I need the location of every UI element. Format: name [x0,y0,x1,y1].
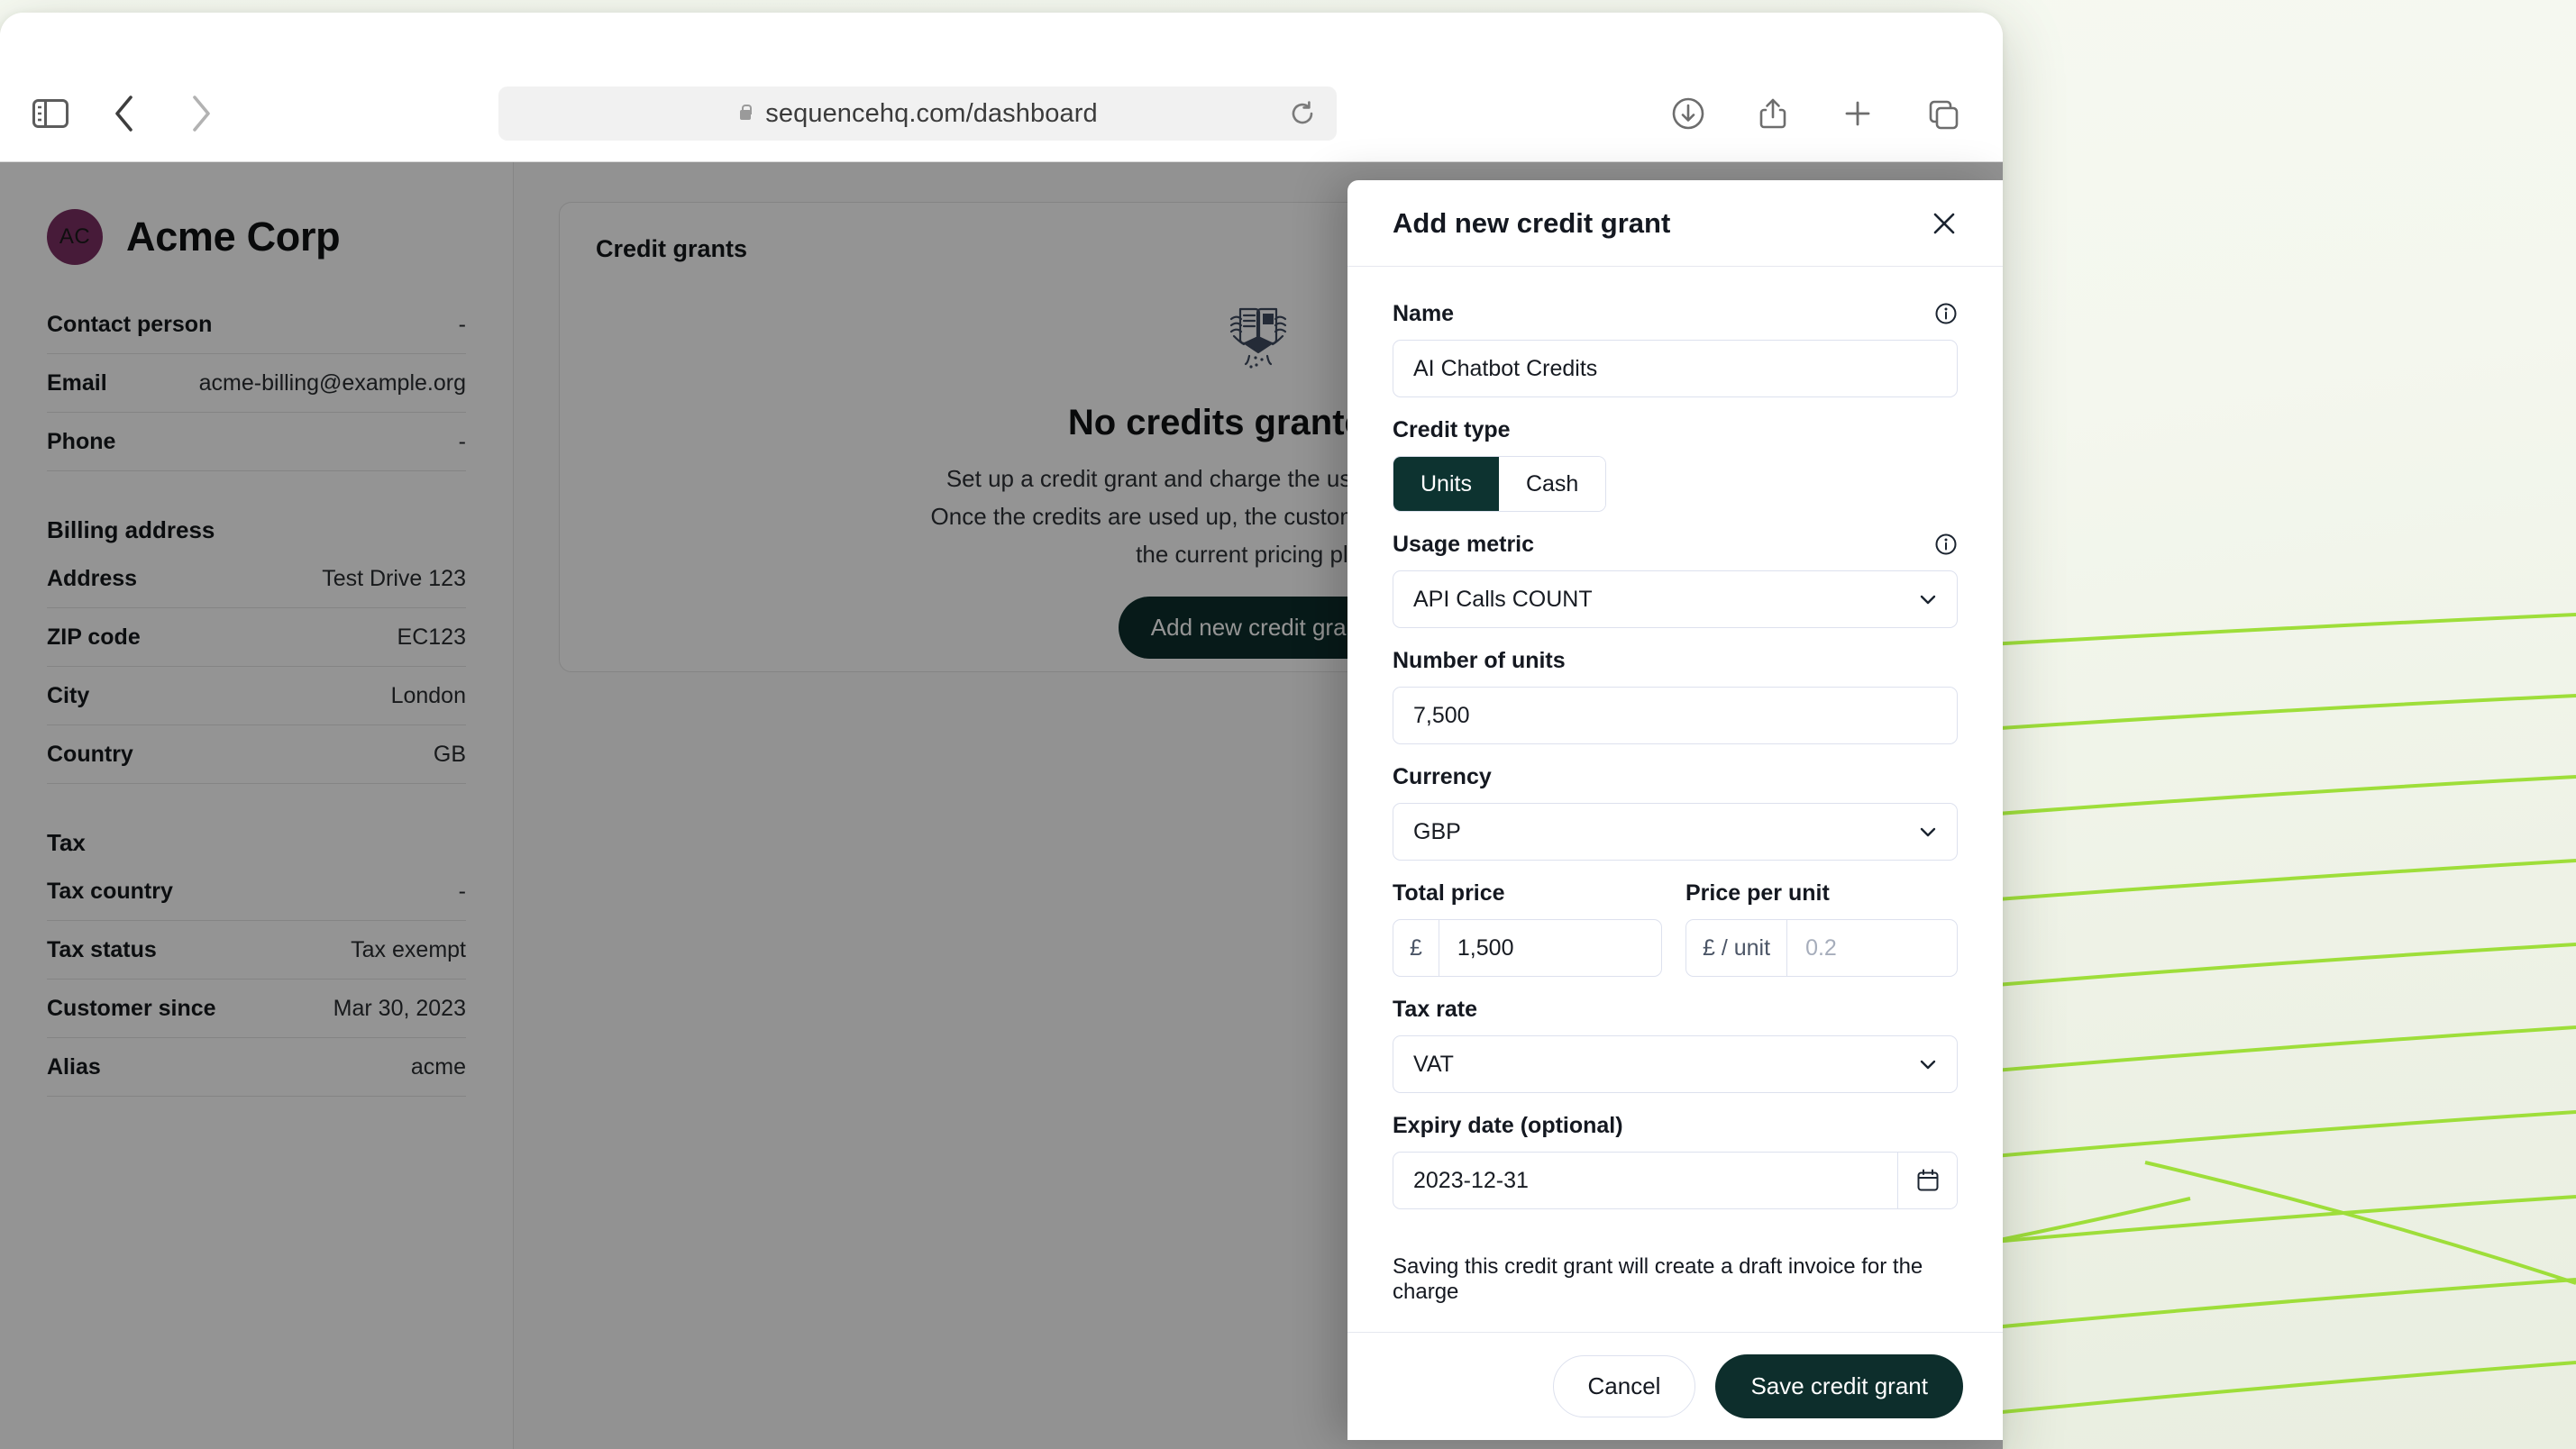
save-credit-grant-button[interactable]: Save credit grant [1715,1354,1963,1418]
tax-rate-select[interactable]: VAT [1393,1035,1958,1093]
credit-type-segmented-control: Units Cash [1393,456,1606,512]
field-label-tax-rate: Tax rate [1393,997,1477,1023]
chevron-left-icon[interactable] [99,88,150,139]
field-price-per-unit: Price per unit £ / unit 0.2 [1685,875,1958,977]
drawer-form: Name AI Chatbot Credits Credi [1347,267,2003,1231]
calendar-icon[interactable] [1897,1153,1957,1208]
field-name: Name AI Chatbot Credits [1393,296,1958,397]
total-price-input[interactable]: £ 1,500 [1393,919,1662,977]
name-input[interactable]: AI Chatbot Credits [1393,340,1958,397]
price-per-unit-suffix-label: £ / unit [1686,920,1787,976]
field-total-price: Total price £ 1,500 [1393,875,1662,977]
price-per-unit-input[interactable]: £ / unit 0.2 [1685,919,1958,977]
price-per-unit-placeholder: 0.2 [1787,920,1957,976]
lock-icon [737,105,753,123]
sidebar-toggle-icon[interactable] [25,88,76,139]
download-icon[interactable] [1667,93,1709,134]
usage-metric-select[interactable]: API Calls COUNT [1393,570,1958,628]
field-label-price-per-unit: Price per unit [1685,880,1830,907]
field-label-credit-type: Credit type [1393,417,1511,443]
chevron-down-icon [1917,588,1939,610]
credit-type-option-units[interactable]: Units [1393,457,1499,511]
total-price-value: 1,500 [1439,920,1661,976]
expiry-date-value: 2023-12-31 [1393,1153,1897,1208]
cancel-button[interactable]: Cancel [1553,1355,1696,1417]
browser-window: sequencehq.com/dashboard [0,13,2003,1449]
field-label-number-of-units: Number of units [1393,648,1566,674]
field-label-name: Name [1393,301,1454,327]
chevron-right-icon[interactable] [175,88,225,139]
address-bar-url: sequencehq.com/dashboard [765,99,1097,129]
address-bar[interactable]: sequencehq.com/dashboard [498,87,1337,141]
field-number-of-units: Number of units 7,500 [1393,642,1958,744]
currency-select[interactable]: GBP [1393,803,1958,861]
field-expiry-date: Expiry date (optional) 2023-12-31 [1393,1107,1958,1209]
share-icon[interactable] [1752,93,1794,134]
info-icon[interactable] [1934,302,1958,325]
field-credit-type: Credit type Units Cash [1393,412,1958,512]
drawer-footer: Cancel Save credit grant [1347,1332,2003,1440]
close-icon[interactable] [1923,203,1965,244]
chevron-down-icon [1917,821,1939,843]
drawer-header: Add new credit grant [1347,180,2003,267]
usage-metric-value: API Calls COUNT [1413,587,1593,613]
info-icon[interactable] [1934,533,1958,556]
total-price-currency-symbol: £ [1393,920,1439,976]
field-prices: Total price £ 1,500 Price per unit £ / u… [1393,875,1958,977]
tax-rate-value: VAT [1413,1052,1454,1078]
chevron-down-icon [1917,1053,1939,1075]
reload-icon[interactable] [1284,96,1320,132]
field-label-total-price: Total price [1393,880,1505,907]
field-tax-rate: Tax rate VAT [1393,991,1958,1093]
number-of-units-input[interactable]: 7,500 [1393,687,1958,744]
credit-type-option-cash[interactable]: Cash [1499,457,1605,511]
browser-toolbar: sequencehq.com/dashboard [0,13,2003,162]
expiry-date-input[interactable]: 2023-12-31 [1393,1152,1958,1209]
currency-value: GBP [1413,819,1461,845]
field-currency: Currency GBP [1393,759,1958,861]
drawer-note: Saving this credit grant will create a d… [1347,1231,2003,1332]
add-credit-grant-drawer: Add new credit grant Name [1347,180,2003,1440]
field-label-currency: Currency [1393,764,1492,790]
tabs-icon[interactable] [1922,93,1963,134]
field-label-expiry-date: Expiry date (optional) [1393,1113,1623,1139]
plus-icon[interactable] [1837,93,1878,134]
field-label-usage-metric: Usage metric [1393,532,1534,558]
name-input-value: AI Chatbot Credits [1413,356,1597,382]
toolbar-actions [1667,93,1963,134]
field-usage-metric: Usage metric API Calls COUNT [1393,526,1958,628]
drawer-title: Add new credit grant [1393,207,1670,240]
number-of-units-value: 7,500 [1413,703,1470,729]
